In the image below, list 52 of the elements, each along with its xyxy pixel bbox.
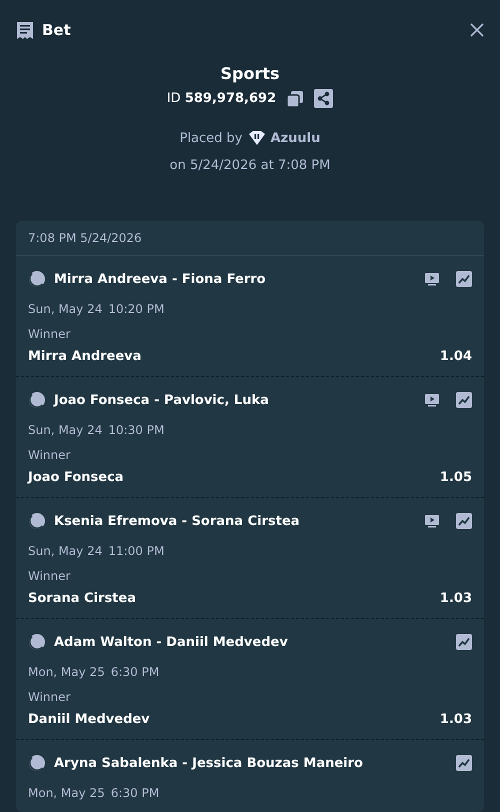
event-time: 6:30 PM <box>110 786 160 800</box>
dialog-title: Bet <box>42 21 72 39</box>
live-stream-icon[interactable] <box>424 392 440 408</box>
sport-title: Sports <box>220 64 280 83</box>
match-title: Ksenia Efremova - Sorana Cirstea <box>54 514 301 528</box>
user-name[interactable]: Azuulu <box>270 130 320 146</box>
placed-by-label: Placed by <box>180 130 243 146</box>
odds-value: 1.03 <box>440 712 472 727</box>
live-stream-icon[interactable] <box>424 271 440 287</box>
stats-icon[interactable] <box>456 392 472 408</box>
event-time: 10:30 PM <box>108 423 164 437</box>
tennis-ball-icon <box>28 391 46 409</box>
event-time: 6:30 PM <box>110 665 160 679</box>
selection-name: Mirra Andreeva <box>28 349 142 364</box>
event-time: 10:20 PM <box>108 302 164 316</box>
tennis-ball-icon <box>28 633 46 651</box>
receipt-icon <box>16 20 34 40</box>
diamond-icon <box>248 130 266 146</box>
bet-timestamp: 7:08 PM 5/24/2026 <box>16 221 484 256</box>
event-date: Mon, May 25 <box>28 665 105 679</box>
event-date: Sun, May 24 <box>28 423 102 437</box>
event-time: 11:00 PM <box>108 544 164 558</box>
event-date: Mon, May 25 <box>28 786 105 800</box>
event-date: Sun, May 24 <box>28 544 102 558</box>
selection-name: Joao Fonseca <box>28 470 124 485</box>
match-title: Mirra Andreeva - Fiona Ferro <box>54 272 267 286</box>
market-name: Winner <box>28 569 72 583</box>
stats-icon[interactable] <box>456 271 472 287</box>
odds-value: 1.03 <box>440 591 472 606</box>
stats-icon[interactable] <box>456 513 472 529</box>
tennis-ball-icon <box>28 270 46 288</box>
match-title: Adam Walton - Daniil Medvedev <box>54 634 289 650</box>
match-title: Joao Fonseca - Pavlovic, Luka <box>54 392 270 408</box>
match-title: Aryna Sabalenka - Jessica Bouzas Maneiro <box>54 756 364 770</box>
copy-button[interactable] <box>286 90 304 108</box>
live-stream-icon[interactable] <box>424 513 440 529</box>
market-name: Winner <box>28 327 72 341</box>
share-button[interactable] <box>314 89 334 108</box>
placed-date: on 5/24/2026 at 7:08 PM <box>170 158 330 173</box>
tennis-ball-icon <box>28 512 46 530</box>
stats-icon[interactable] <box>456 755 472 771</box>
odds-value: 1.05 <box>440 470 472 485</box>
tennis-ball-icon <box>28 754 46 772</box>
market-name: Winner <box>28 690 72 704</box>
selection-name: Daniil Medvedev <box>28 712 150 727</box>
selection-name: Sorana Cirstea <box>28 591 136 606</box>
close-button[interactable] <box>470 23 484 37</box>
bet-id: ID 589,978,692 <box>166 91 276 106</box>
market-name: Winner <box>28 448 72 462</box>
odds-value: 1.04 <box>440 349 472 364</box>
event-date: Sun, May 24 <box>28 302 102 316</box>
stats-icon[interactable] <box>456 634 472 650</box>
